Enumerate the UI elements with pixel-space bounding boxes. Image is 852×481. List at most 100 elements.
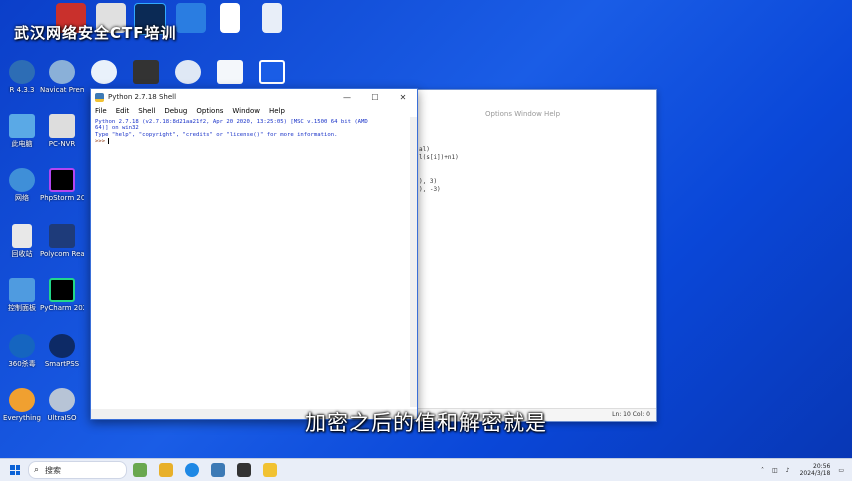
menu-window[interactable]: Window <box>232 105 260 117</box>
globe-icon <box>175 60 201 84</box>
desktop-icon-col3-2[interactable] <box>124 60 168 84</box>
clock[interactable]: 20:56 2024/3/18 <box>800 463 831 477</box>
menu-options[interactable]: Options <box>196 105 223 117</box>
r-icon <box>9 60 35 84</box>
desktop-icon-smartpss[interactable]: SmartPSS <box>40 334 84 368</box>
vertical-scrollbar[interactable] <box>410 117 417 407</box>
window-title: Python 2.7.18 Shell <box>108 93 177 101</box>
editor-code[interactable]: al) l(s[i])+n1) ), 3) ), -3) <box>419 146 459 194</box>
editor-menubar[interactable]: Options Window Help <box>415 108 656 120</box>
desktop-icon-network[interactable]: 网络 <box>0 168 44 202</box>
recycle-bin-icon <box>12 224 32 248</box>
pycharm-icon <box>49 278 75 302</box>
shell-prompt: >>> <box>95 138 109 145</box>
menu-debug[interactable]: Debug <box>164 105 187 117</box>
code-line: ), 3) <box>419 178 438 185</box>
desktop-icon-label: 360杀毒 <box>8 360 36 368</box>
editor-titlebar[interactable] <box>415 90 656 108</box>
desktop-icon-col3-1[interactable] <box>82 60 126 84</box>
notification-icon[interactable]: ▭ <box>838 467 844 474</box>
desktop-icon-label: R 4.3.3 <box>9 86 35 94</box>
antivirus-icon <box>9 334 35 358</box>
phpstorm-icon <box>49 168 75 192</box>
bird-icon <box>217 60 243 84</box>
idle-taskbar-icon[interactable] <box>263 463 277 477</box>
python-taskbar-icon[interactable] <box>211 463 225 477</box>
minimize-button[interactable]: — <box>333 93 361 102</box>
desktop-icon-pc-nvr[interactable]: PC-NVR <box>40 114 84 148</box>
menu-file[interactable]: File <box>95 105 107 117</box>
polycom-icon <box>49 224 75 248</box>
desktop-icon-label: PyCharm 2020.2 x64 <box>40 304 84 312</box>
maximize-button[interactable]: ☐ <box>361 93 389 102</box>
menu-edit[interactable]: Edit <box>116 105 130 117</box>
shell-banner-line: Python 2.7.18 (v2.7.18:8d21aa21f2, Apr 2… <box>95 119 368 125</box>
smartpss-icon <box>49 334 75 358</box>
navicat-icon <box>49 60 75 84</box>
desktop-icon-col3-3[interactable] <box>166 60 210 84</box>
desktop-icon-phpstorm[interactable]: PhpStorm 2020.1 x64 <box>40 168 84 202</box>
drive-icon <box>133 60 159 84</box>
menu-shell[interactable]: Shell <box>138 105 155 117</box>
clock-time: 20:56 <box>813 463 831 470</box>
desktop-icon-label: PhpStorm 2020.1 x64 <box>40 194 84 202</box>
control-panel-icon <box>9 278 35 302</box>
text-file-icon[interactable] <box>220 3 240 33</box>
cloud-app-icon[interactable] <box>176 3 206 33</box>
nvr-icon <box>49 114 75 138</box>
desktop-icon-360[interactable]: 360杀毒 <box>0 334 44 368</box>
desktop-icon-control-panel[interactable]: 控制面板 <box>0 278 44 312</box>
desktop-icon-polycom[interactable]: Polycom RealPrese... <box>40 224 84 258</box>
desktop-icon-label: Navicat Premium 15 <box>40 86 84 94</box>
code-line: al) <box>419 146 430 153</box>
browser-icon[interactable] <box>185 463 199 477</box>
desktop-icon-recycle-bin[interactable]: 回收站 <box>0 224 44 258</box>
desktop-icon-col3-5[interactable] <box>250 60 294 84</box>
file-explorer-icon[interactable] <box>159 463 173 477</box>
editor-window[interactable]: Options Window Help al) l(s[i])+n1) ), 3… <box>414 89 657 422</box>
close-button[interactable]: ✕ <box>389 93 417 102</box>
system-tray: ˄ ◫ ♪ 20:56 2024/3/18 ▭ <box>757 463 852 477</box>
desktop-icon-pycharm[interactable]: PyCharm 2020.2 x64 <box>40 278 84 312</box>
computer-icon <box>9 114 35 138</box>
desktop-icon-label: 控制面板 <box>8 304 36 312</box>
watermark: 武汉网络安全CTF培训 <box>14 24 177 42</box>
python-shell-window[interactable]: Python 2.7.18 Shell — ☐ ✕ File Edit Shel… <box>90 88 418 420</box>
desktop-icon-label: PC-NVR <box>48 140 76 148</box>
network-icon <box>9 168 35 192</box>
shell-menubar: File Edit Shell Debug Options Window Hel… <box>91 105 417 117</box>
feather-icon <box>91 60 117 84</box>
desktop-icon-label: 网络 <box>15 194 29 202</box>
desktop-icon-label: SmartPSS <box>44 360 80 368</box>
search-label: 搜索 <box>45 465 62 475</box>
desktop-icon-label: Polycom RealPrese... <box>40 250 84 258</box>
clock-date: 2024/3/18 <box>799 470 831 477</box>
v-icon <box>259 60 285 84</box>
desktop-icon-r[interactable]: R 4.3.3 <box>0 60 44 94</box>
desktop-icon-col3-4[interactable] <box>208 60 252 84</box>
text-cursor <box>108 138 110 145</box>
volume-icon[interactable]: ♪ <box>786 467 790 474</box>
menu-help[interactable]: Help <box>269 105 285 117</box>
network-tray-icon[interactable]: ◫ <box>772 467 778 474</box>
taskbar-search-box[interactable]: ⌕ 搜索 <box>28 461 127 479</box>
code-line: l(s[i])+n1) <box>419 154 459 161</box>
new-text-file-icon[interactable] <box>262 3 282 33</box>
windows-start-icon[interactable] <box>10 465 20 475</box>
taskbar: ⌕ 搜索 ˄ ◫ ♪ 20:56 2024/3/18 ▭ <box>0 458 852 481</box>
desktop: 武汉网络安全CTF培训 R 4.3.3 Navicat Premium 15 此… <box>0 0 852 458</box>
shell-output[interactable]: Python 2.7.18 (v2.7.18:8d21aa21f2, Apr 2… <box>91 117 417 147</box>
search-icon: ⌕ <box>34 465 40 475</box>
video-subtitle: 加密之后的值和解密就是 <box>305 411 547 435</box>
recycle-app-icon[interactable] <box>133 463 147 477</box>
python-icon <box>95 92 104 102</box>
code-line: ), -3) <box>419 186 441 193</box>
desktop-icon-this-pc[interactable]: 此电脑 <box>0 114 44 148</box>
terminal-icon[interactable] <box>237 463 251 477</box>
shell-titlebar[interactable]: Python 2.7.18 Shell — ☐ ✕ <box>91 89 417 105</box>
desktop-icon-navicat[interactable]: Navicat Premium 15 <box>40 60 84 94</box>
chevron-up-icon[interactable]: ˄ <box>761 467 764 474</box>
desktop-icon-label: 此电脑 <box>11 140 33 148</box>
